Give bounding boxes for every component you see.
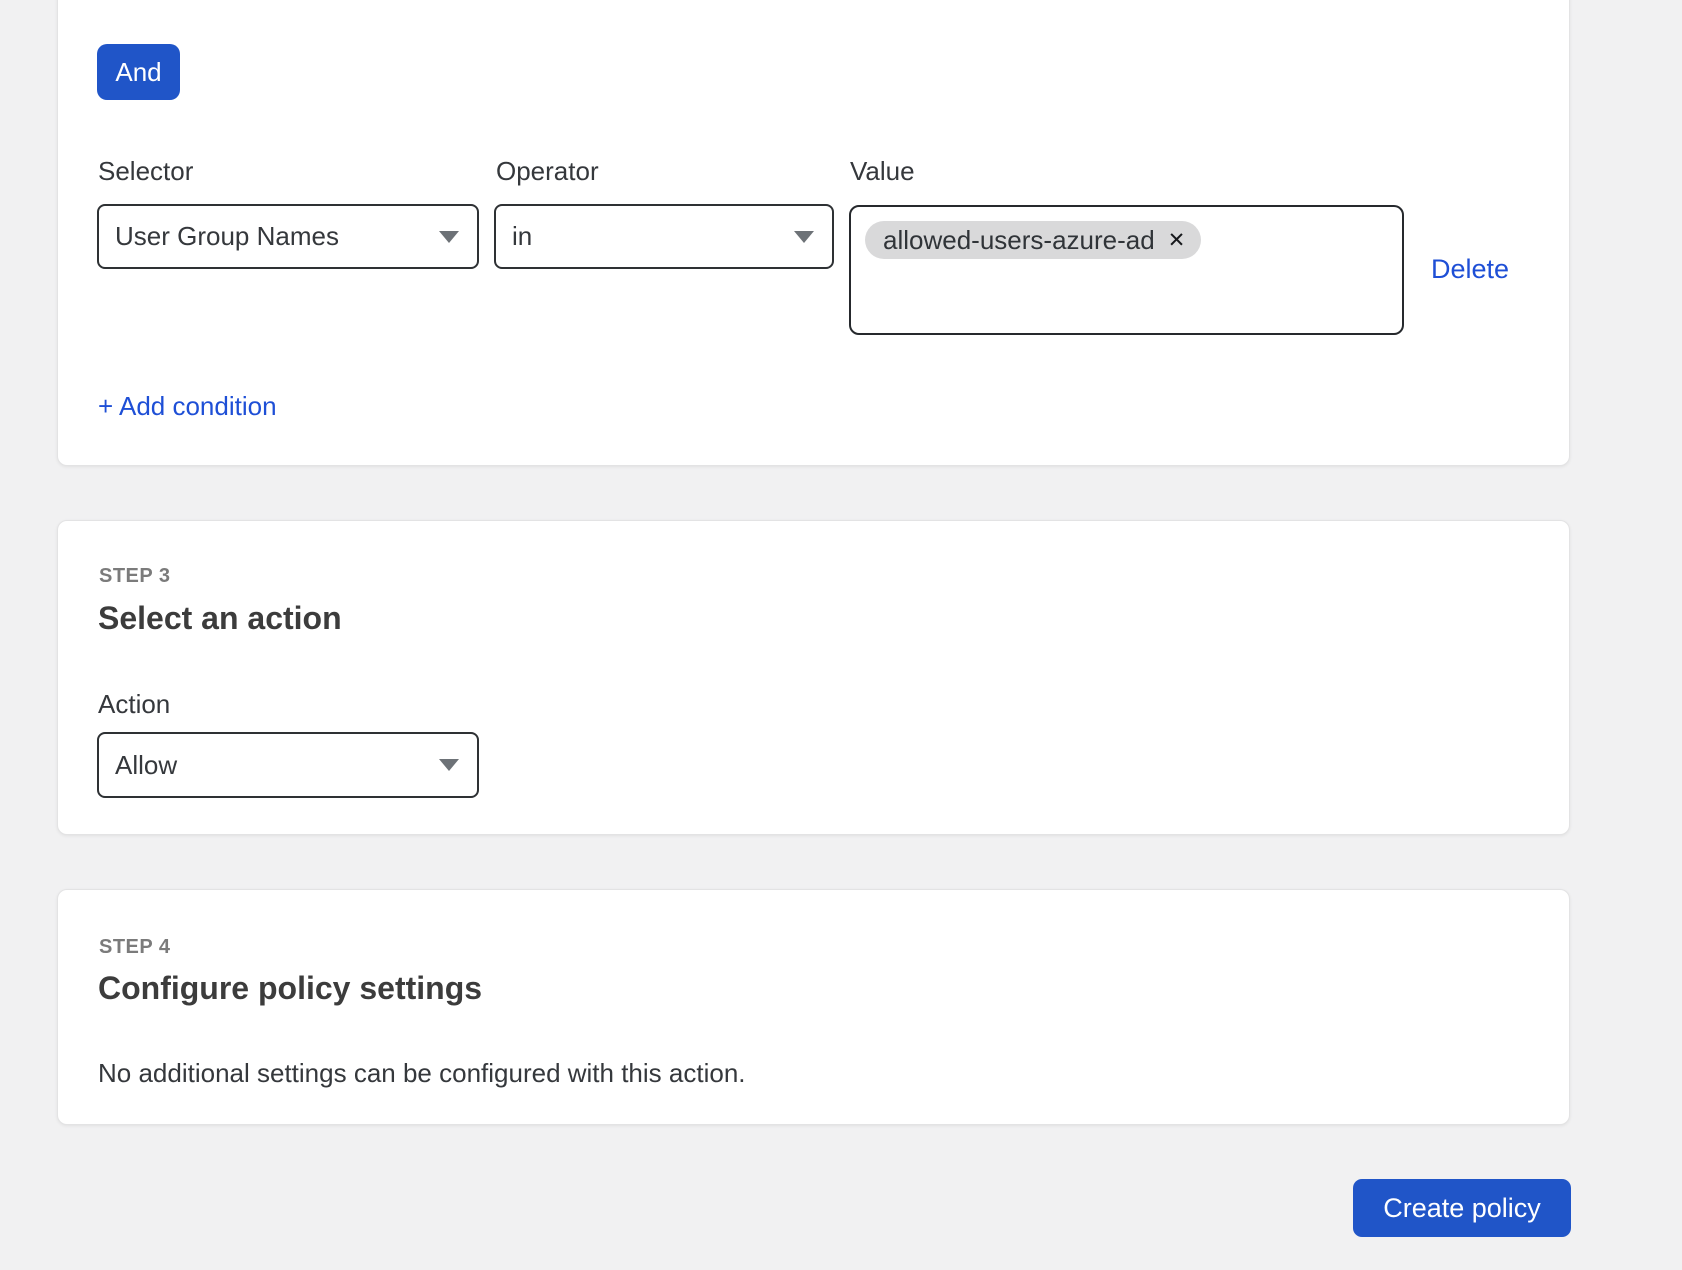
step4-label: STEP 4 xyxy=(99,937,171,957)
selector-label: Selector xyxy=(98,158,193,184)
page-background: { "colors":{ "accent_blue":"#2055c8", "l… xyxy=(0,0,1682,1270)
action-dropdown[interactable]: Allow xyxy=(97,732,479,798)
value-multiselect-input[interactable]: allowed-users-azure-ad ✕ xyxy=(849,205,1404,335)
step4-body-text: No additional settings can be configured… xyxy=(98,1058,746,1089)
operator-dropdown-value: in xyxy=(512,221,532,252)
remove-tag-icon[interactable]: ✕ xyxy=(1168,230,1186,251)
step3-title: Select an action xyxy=(98,602,342,634)
add-condition-link[interactable]: + Add condition xyxy=(98,393,277,419)
chevron-down-icon xyxy=(439,231,459,243)
action-label: Action xyxy=(98,691,170,717)
create-policy-button[interactable]: Create policy xyxy=(1353,1179,1571,1237)
operator-dropdown[interactable]: in xyxy=(494,204,834,269)
and-operator-button[interactable]: And xyxy=(97,44,180,100)
chevron-down-icon xyxy=(794,231,814,243)
value-label: Value xyxy=(850,158,915,184)
step4-card: STEP 4 Configure policy settings No addi… xyxy=(57,889,1570,1125)
operator-label: Operator xyxy=(496,158,599,184)
delete-condition-link[interactable]: Delete xyxy=(1431,256,1509,283)
value-tag: allowed-users-azure-ad ✕ xyxy=(865,221,1201,259)
step4-title: Configure policy settings xyxy=(98,972,482,1004)
selector-dropdown-value: User Group Names xyxy=(115,221,339,252)
selector-dropdown[interactable]: User Group Names xyxy=(97,204,479,269)
chevron-down-icon xyxy=(439,759,459,771)
action-dropdown-value: Allow xyxy=(115,750,177,781)
step3-label: STEP 3 xyxy=(99,566,171,586)
condition-rule-card: And Selector Operator Value User Group N… xyxy=(57,0,1570,466)
value-tag-label: allowed-users-azure-ad xyxy=(883,225,1155,256)
step3-card: STEP 3 Select an action Action Allow xyxy=(57,520,1570,835)
